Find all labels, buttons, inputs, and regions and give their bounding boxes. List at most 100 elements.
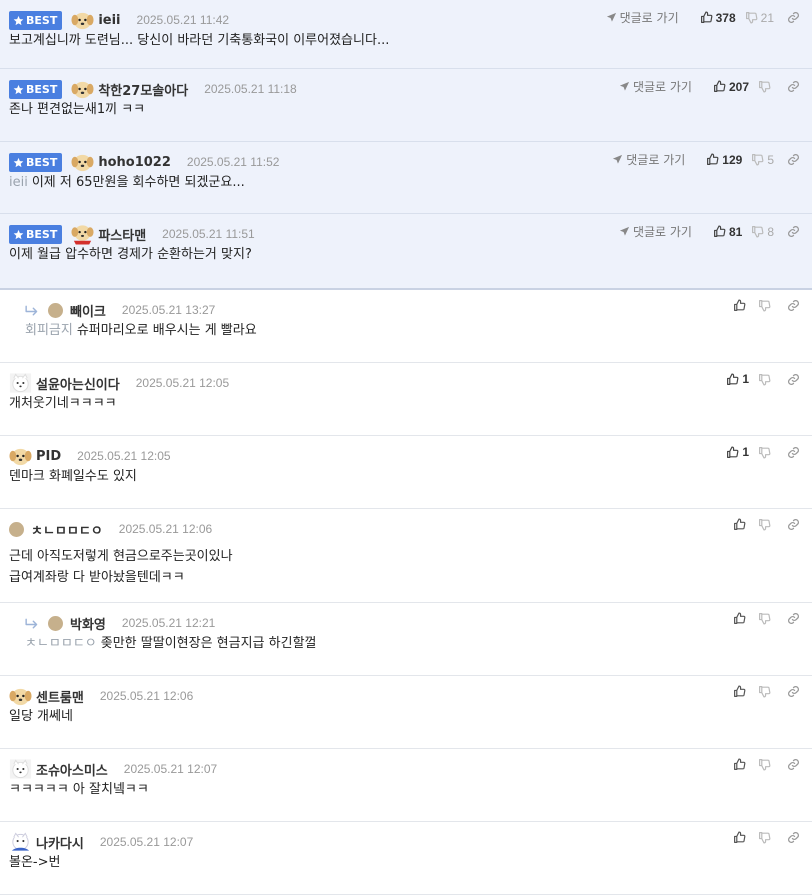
- share-link-icon[interactable]: [787, 225, 800, 238]
- share-link-icon[interactable]: [787, 299, 800, 312]
- comment-header: BEST 착한27모솔아다 2025.05.21 11:18: [9, 78, 297, 100]
- upvote-button[interactable]: 81: [713, 225, 742, 239]
- reply-arrow-icon: [24, 616, 42, 630]
- comment-body: 일당 개쎄네: [9, 709, 73, 724]
- share-link-icon[interactable]: [787, 685, 800, 698]
- comment-actions: 1: [717, 372, 800, 386]
- avatar[interactable]: [71, 223, 94, 245]
- avatar[interactable]: [9, 831, 32, 853]
- avatar[interactable]: [9, 685, 32, 707]
- avatar[interactable]: [71, 151, 94, 173]
- upvote-button[interactable]: 378: [700, 11, 736, 25]
- goto-comment-label: 댓글로 가기: [626, 153, 686, 167]
- comment-actions: 댓글로 가기 207: [619, 78, 800, 95]
- comment-actions: [724, 612, 800, 625]
- best-badge-label: BEST: [26, 13, 58, 27]
- upvote-button[interactable]: [733, 518, 749, 531]
- comment-header: PID 2025.05.21 12:05: [9, 445, 171, 467]
- comment-date: 2025.05.21 12:21: [121, 616, 216, 630]
- upvote-button[interactable]: 207: [713, 80, 749, 94]
- share-link-icon[interactable]: [787, 11, 800, 24]
- upvote-button[interactable]: [733, 685, 749, 698]
- downvote-button[interactable]: [758, 685, 774, 698]
- nickname[interactable]: PID: [36, 449, 61, 464]
- downvote-button[interactable]: 21: [745, 11, 774, 25]
- best-badge: BEST: [9, 10, 63, 30]
- downvote-button[interactable]: [758, 518, 774, 531]
- comment-item: 설윤아는신이다 2025.05.21 12:05 개처웃기네ㅋㅋㅋㅋ 1: [0, 363, 812, 436]
- goto-comment-label: 댓글로 가기: [619, 11, 679, 25]
- share-link-icon[interactable]: [787, 831, 800, 844]
- share-link-icon[interactable]: [787, 612, 800, 625]
- upvote-button[interactable]: 1: [726, 372, 749, 386]
- avatar[interactable]: [48, 302, 63, 318]
- comment-date: 2025.05.21 11:51: [162, 227, 255, 241]
- upvote-button[interactable]: [733, 612, 749, 625]
- reply-arrow-icon: [24, 303, 42, 317]
- best-badge-label: BEST: [26, 155, 58, 169]
- comment-date: 2025.05.21 12:07: [123, 762, 218, 776]
- nickname[interactable]: 박화영: [70, 614, 106, 633]
- nickname[interactable]: 설윤아는신이다: [36, 374, 120, 393]
- goto-comment-link[interactable]: 댓글로 가기: [612, 151, 685, 168]
- nickname[interactable]: 파스타맨: [98, 225, 146, 244]
- goto-comment-link[interactable]: 댓글로 가기: [619, 223, 692, 240]
- upvote-button[interactable]: [733, 831, 749, 844]
- upvote-button[interactable]: 129: [706, 153, 742, 167]
- comment-date: 2025.05.21 12:05: [135, 376, 230, 390]
- mention-tag[interactable]: 회피금지: [25, 323, 73, 338]
- share-link-icon[interactable]: [787, 758, 800, 771]
- nickname[interactable]: 센트룸맨: [36, 687, 84, 706]
- downvote-button[interactable]: [758, 299, 774, 312]
- comment-actions: 1: [717, 445, 800, 459]
- avatar[interactable]: [9, 372, 32, 394]
- comment-date: 2025.05.21 13:27: [121, 303, 216, 317]
- downvote-button[interactable]: [758, 446, 774, 459]
- avatar[interactable]: [48, 615, 63, 631]
- best-badge: BEST: [9, 152, 63, 172]
- nickname[interactable]: ieii: [98, 13, 120, 28]
- comment-body: 근데 아직도저렇게 현금으로주는곳이있나 급여계좌랑 다 받아놨을텐데ㅋㅋ: [9, 549, 233, 585]
- comment-header: BEST hoho1022 2025.05.21 11:52: [9, 151, 279, 173]
- downvote-button[interactable]: [758, 80, 774, 93]
- upvote-button[interactable]: [733, 299, 749, 312]
- nickname[interactable]: 착한27모솔아다: [98, 80, 188, 99]
- avatar[interactable]: [71, 9, 94, 31]
- nickname[interactable]: ㅊㄴㅁㅁㄷㅇ: [31, 520, 103, 539]
- goto-comment-link[interactable]: 댓글로 가기: [619, 78, 692, 95]
- share-link-icon[interactable]: [787, 373, 800, 386]
- mention-tag[interactable]: ㅊㄴㅁㅁㄷㅇ: [25, 636, 97, 651]
- comment-list: BEST ieii 2025.05.21 11:42 보고계십니까 도련님... 당신…: [0, 0, 812, 895]
- nickname[interactable]: 빼이크: [70, 301, 106, 320]
- downvote-button[interactable]: [758, 831, 774, 844]
- share-link-icon[interactable]: [787, 518, 800, 531]
- nickname[interactable]: 조슈아스미스: [36, 760, 108, 779]
- comment-text: 개처웃기네ㅋㅋㅋㅋ: [9, 393, 117, 414]
- share-link-icon[interactable]: [787, 80, 800, 93]
- downvote-button[interactable]: 8: [751, 225, 774, 239]
- comment-body: ㅋㅋㅋㅋㅋ 아 잘치넼ㅋㅋ: [9, 782, 149, 797]
- downvote-button[interactable]: [758, 612, 774, 625]
- comment-header: ㅊㄴㅁㅁㄷㅇ 2025.05.21 12:06: [9, 518, 212, 540]
- best-badge-label: BEST: [26, 227, 58, 241]
- avatar[interactable]: [71, 78, 94, 100]
- share-link-icon[interactable]: [787, 153, 800, 166]
- share-link-icon[interactable]: [787, 446, 800, 459]
- upvote-button[interactable]: 1: [726, 445, 749, 459]
- goto-comment-label: 댓글로 가기: [632, 225, 692, 239]
- nickname[interactable]: 나카다시: [36, 833, 84, 852]
- avatar[interactable]: [9, 445, 32, 467]
- goto-comment-link[interactable]: 댓글로 가기: [606, 9, 679, 26]
- nickname[interactable]: hoho1022: [98, 155, 171, 170]
- upvote-button[interactable]: [733, 758, 749, 771]
- avatar[interactable]: [9, 758, 32, 780]
- downvote-button[interactable]: 5: [751, 153, 774, 167]
- downvote-button[interactable]: [758, 758, 774, 771]
- comment-header: BEST ieii 2025.05.21 11:42: [9, 9, 229, 31]
- upvote-count: 81: [728, 224, 743, 239]
- mention-tag[interactable]: ieii: [9, 175, 28, 190]
- downvote-button[interactable]: [758, 373, 774, 386]
- comment-header: 나카다시 2025.05.21 12:07: [9, 831, 193, 853]
- avatar[interactable]: [9, 521, 24, 537]
- comment-header: 센트룸맨 2025.05.21 12:06: [9, 685, 193, 707]
